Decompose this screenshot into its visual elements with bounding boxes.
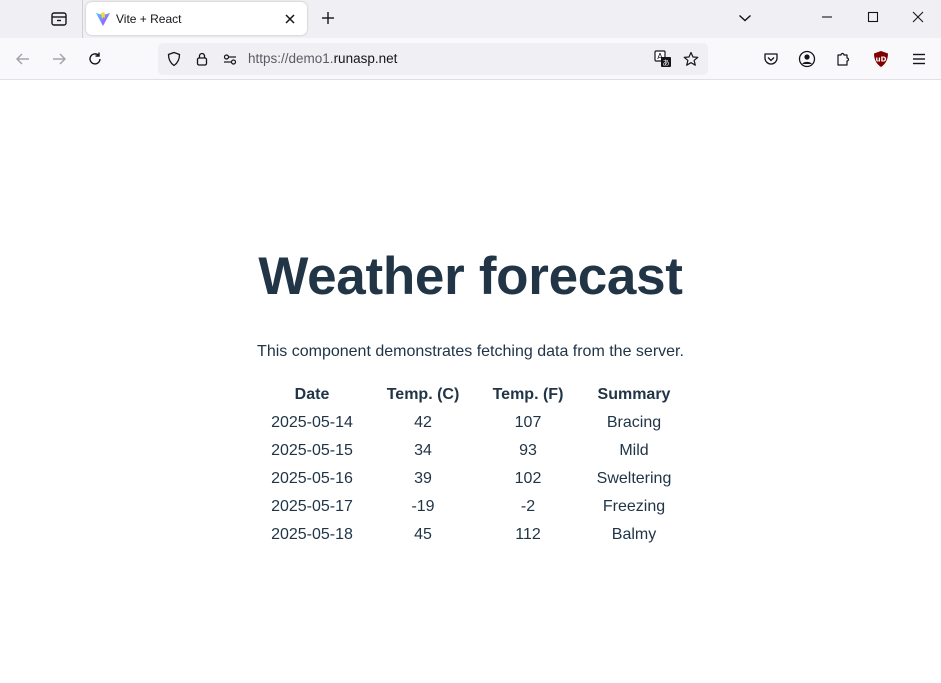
- tab-close-button[interactable]: [279, 8, 301, 30]
- cell-temp-c: 34: [414, 442, 432, 459]
- cell-date: 2025-05-17: [271, 498, 353, 515]
- page-intro: This component demonstrates fetching dat…: [257, 343, 684, 360]
- vite-logo-icon: [96, 11, 110, 26]
- new-tab-button[interactable]: [314, 5, 342, 31]
- star-icon: [683, 51, 699, 66]
- close-icon: [285, 13, 295, 24]
- column-header-date: Date: [294, 386, 330, 403]
- tab-title: Vite + React: [116, 11, 182, 26]
- table-row: 2025-05-15 34 93 Mild: [256, 437, 690, 465]
- cell-summary: Mild: [619, 442, 649, 459]
- column-header-temp-f: Temp. (F): [492, 386, 564, 403]
- bookmark-button[interactable]: [681, 49, 701, 69]
- minimize-icon: [822, 16, 832, 18]
- tab-separator: [82, 0, 83, 38]
- extensions-button[interactable]: [827, 43, 859, 75]
- cell-summary: Balmy: [611, 526, 657, 543]
- translate-icon: A あ: [654, 50, 671, 67]
- cell-temp-c: 45: [414, 526, 432, 543]
- table-row: 2025-05-14 42 107 Bracing: [256, 409, 690, 437]
- cell-temp-c: 39: [414, 470, 432, 487]
- cell-summary: Bracing: [606, 414, 662, 431]
- forward-button[interactable]: [43, 43, 75, 75]
- list-all-tabs-button[interactable]: [732, 5, 758, 31]
- tab-vite-react[interactable]: Vite + React: [86, 2, 307, 35]
- table-row: 2025-05-18 45 112 Balmy: [256, 521, 690, 549]
- puzzle-icon: [837, 52, 850, 66]
- cell-temp-f: 112: [515, 526, 541, 543]
- back-arrow-icon: [16, 53, 29, 65]
- cell-temp-f: 93: [519, 442, 537, 459]
- cell-temp-c: -19: [411, 498, 435, 515]
- address-bar[interactable]: https://demo1.runasp.net A あ: [158, 43, 708, 75]
- translate-button[interactable]: A あ: [653, 49, 673, 69]
- tab-strip: Vite + React: [0, 0, 941, 38]
- minimize-button[interactable]: [804, 0, 850, 34]
- close-window-button[interactable]: [895, 0, 941, 34]
- cell-date: 2025-05-16: [271, 470, 353, 487]
- url-host: runasp.net: [333, 51, 398, 66]
- page-content: Weather forecast This component demonstr…: [0, 81, 941, 683]
- reload-button[interactable]: [79, 43, 111, 75]
- permissions-button[interactable]: [220, 49, 240, 69]
- chevron-down-icon: [739, 14, 751, 22]
- lock-icon: [196, 52, 208, 66]
- navigation-toolbar: https://demo1.runasp.net A あ uD: [0, 38, 941, 80]
- column-header-summary: Summary: [597, 386, 671, 403]
- cell-date: 2025-05-14: [271, 414, 353, 431]
- url-prefix: https://demo1.: [248, 51, 334, 66]
- pocket-button[interactable]: [755, 43, 787, 75]
- page-title: Weather forecast: [258, 247, 683, 306]
- shield-icon: [167, 51, 181, 67]
- maximize-icon: [867, 11, 879, 23]
- cell-summary: Sweltering: [596, 470, 672, 487]
- account-button[interactable]: [791, 43, 823, 75]
- permissions-icon: [223, 54, 237, 65]
- back-button[interactable]: [7, 43, 39, 75]
- site-security-button[interactable]: [192, 49, 212, 69]
- reload-icon: [89, 52, 101, 65]
- hamburger-menu-icon: [913, 53, 925, 65]
- tracking-protection-button[interactable]: [164, 49, 184, 69]
- cell-temp-f: 107: [514, 414, 542, 431]
- cell-summary: Freezing: [602, 498, 666, 515]
- cell-temp-f: -2: [520, 498, 536, 515]
- cell-temp-f: 102: [514, 470, 542, 487]
- ublock-icon: uD: [874, 51, 888, 67]
- plus-icon: [322, 12, 334, 24]
- tab-overview-button[interactable]: [40, 4, 78, 34]
- table-header-row: Date Temp. (C) Temp. (F) Summary: [256, 381, 690, 409]
- table-row: 2025-05-17 -19 -2 Freezing: [256, 493, 690, 521]
- svg-text:uD: uD: [876, 56, 887, 64]
- account-icon: [798, 50, 816, 68]
- ublock-origin-button[interactable]: uD: [865, 43, 897, 75]
- maximize-button[interactable]: [850, 0, 896, 34]
- table-row: 2025-05-16 39 102 Sweltering: [256, 465, 690, 493]
- forecast-table: Date Temp. (C) Temp. (F) Summary 2025-05…: [256, 381, 690, 549]
- tab-overview-icon: [51, 12, 67, 26]
- url-text[interactable]: https://demo1.runasp.net: [248, 51, 397, 66]
- pocket-icon: [764, 53, 778, 65]
- cell-temp-c: 42: [414, 414, 432, 431]
- cell-date: 2025-05-15: [271, 442, 353, 459]
- cell-date: 2025-05-18: [271, 526, 353, 543]
- column-header-temp-c: Temp. (C): [386, 386, 460, 403]
- forward-arrow-icon: [53, 53, 66, 65]
- app-menu-button[interactable]: [903, 43, 935, 75]
- svg-text:あ: あ: [663, 59, 670, 67]
- close-window-icon: [912, 11, 924, 23]
